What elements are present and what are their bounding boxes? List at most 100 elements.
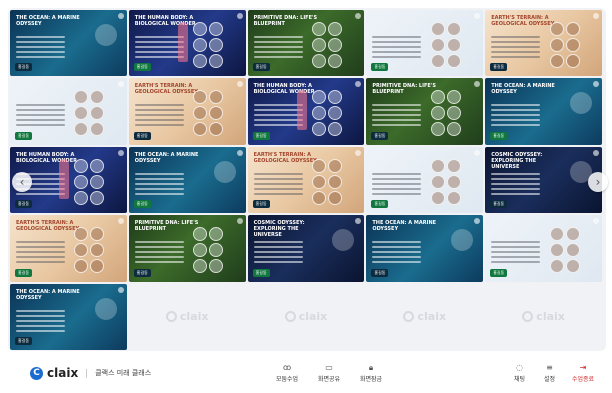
slide-text-lines bbox=[253, 241, 303, 266]
thumbnail-image bbox=[328, 90, 343, 105]
student-name-tag: 홍길동 bbox=[371, 268, 389, 277]
thumbnail-image bbox=[328, 106, 343, 121]
slide-text-lines bbox=[491, 36, 541, 61]
tile-menu-icon[interactable] bbox=[593, 149, 599, 156]
tile-menu-icon[interactable] bbox=[117, 218, 124, 225]
control-label: 화면잠금 bbox=[360, 376, 383, 383]
student-screen-tile[interactable]: COSMIC ODYSSEY: EXPLORING THE UNIVERSE 홍길… bbox=[485, 146, 602, 214]
slide-text-lines bbox=[372, 104, 422, 129]
screen-share-button[interactable]: ▭ 화면공유 bbox=[318, 363, 340, 383]
brand: C claix 클랙스 미래 클래스 bbox=[30, 366, 151, 380]
tile-menu-icon[interactable] bbox=[355, 218, 362, 225]
claix-watermark: claix bbox=[403, 310, 446, 323]
text-line bbox=[16, 41, 66, 43]
watermark-text: claix bbox=[417, 310, 447, 324]
tile-menu-icon[interactable] bbox=[236, 81, 243, 88]
student-screen-tile[interactable]: EARTH'S TERRAIN: A GEOLOGICAL ODYSSEY 홍길동 bbox=[247, 146, 365, 214]
text-line bbox=[491, 256, 541, 259]
next-page-button[interactable]: › bbox=[588, 172, 608, 192]
student-screen-tile[interactable]: EARTH'S TERRAIN: A GEOLOGICAL ODYSSEY 홍길동 bbox=[10, 215, 127, 282]
control-label: 모둠수업 bbox=[276, 376, 299, 383]
text-line bbox=[16, 251, 66, 254]
thumbnail-image bbox=[312, 22, 327, 36]
settings-button[interactable]: ≡ 설정 bbox=[544, 363, 555, 383]
student-screen-tile[interactable]: PRIMITIVE DNA: LIFE'S BLUEPRINT 홍길동 bbox=[247, 10, 365, 77]
student-screen-tile[interactable]: THE HUMAN BODY: A BIOLOGICAL WONDER 홍길동 bbox=[247, 78, 365, 145]
thumbnail-image bbox=[74, 259, 89, 274]
text-line bbox=[16, 314, 66, 317]
student-screen-tile[interactable]: 홍길동 bbox=[366, 146, 484, 214]
tile-menu-icon[interactable] bbox=[236, 218, 243, 225]
student-screen-tile[interactable]: THE HUMAN BODY: A BIOLOGICAL WONDER 홍길동 bbox=[128, 10, 246, 77]
student-screen-tile[interactable]: THE OCEAN: A MARINE ODYSSEY 홍길동 bbox=[128, 146, 246, 214]
slide-text-lines bbox=[372, 172, 422, 198]
student-screen-tile[interactable]: EARTH'S TERRAIN: A GEOLOGICAL ODYSSEY 홍길동 bbox=[485, 10, 602, 77]
thumbnail-image bbox=[312, 90, 327, 105]
tile-menu-icon[interactable] bbox=[474, 218, 481, 225]
chat-button[interactable]: ◌ 채팅 bbox=[514, 363, 525, 383]
student-screen-tile[interactable]: 홍길동 bbox=[10, 78, 127, 145]
student-screen-tile[interactable]: 홍길동 bbox=[366, 10, 484, 77]
text-line bbox=[491, 46, 541, 48]
slide-text-lines bbox=[491, 172, 541, 198]
text-line bbox=[134, 187, 184, 190]
tile-menu-icon[interactable] bbox=[474, 81, 481, 88]
text-line bbox=[134, 109, 184, 112]
tile-menu-icon[interactable] bbox=[593, 81, 599, 88]
thumbnail-image bbox=[193, 90, 208, 105]
lock-button[interactable]: 🔒︎ 화면잠금 bbox=[360, 363, 382, 383]
tile-menu-icon[interactable] bbox=[355, 81, 362, 88]
slide-title: COSMIC ODYSSEY: EXPLORING THE UNIVERSE bbox=[491, 151, 543, 170]
tile-menu-icon[interactable] bbox=[593, 13, 599, 19]
prev-page-button[interactable]: ‹ bbox=[12, 172, 32, 192]
tile-menu-icon[interactable] bbox=[236, 149, 243, 156]
thumbnail-image bbox=[549, 54, 564, 68]
human-body-figure bbox=[177, 22, 188, 62]
bottom-toolbar: C claix 클랙스 미래 클래스 ꝏ 모둠수업 ▭ 화면공유 🔒︎ 화면잠금 ◌ 채팅 ≡ 설… bbox=[0, 356, 612, 393]
student-screen-tile[interactable]: EARTH'S TERRAIN: A GEOLOGICAL ODYSSEY 홍길동 bbox=[128, 78, 246, 145]
text-line bbox=[16, 309, 66, 312]
thumbnail-image bbox=[328, 122, 343, 137]
thumbnail-image bbox=[549, 243, 564, 258]
settings-icon: ≡ bbox=[546, 363, 553, 372]
tile-menu-icon[interactable] bbox=[474, 13, 481, 19]
tile-menu-icon[interactable] bbox=[355, 149, 362, 156]
student-screen-tile[interactable]: THE OCEAN: A MARINE ODYSSEY 홍길동 bbox=[10, 10, 127, 77]
text-line bbox=[253, 109, 303, 112]
thumbnail-image bbox=[90, 227, 105, 242]
thumbnail-image bbox=[549, 259, 564, 274]
tile-menu-icon[interactable] bbox=[117, 286, 124, 293]
thumbnail-image bbox=[328, 174, 343, 189]
student-screen-tile[interactable]: PRIMITIVE DNA: LIFE'S BLUEPRINT 홍길동 bbox=[128, 215, 246, 282]
text-line bbox=[491, 192, 541, 195]
text-line bbox=[491, 56, 541, 58]
text-line bbox=[16, 319, 66, 322]
group-button[interactable]: ꝏ 모둠수업 bbox=[276, 363, 298, 383]
tile-menu-icon[interactable] bbox=[117, 13, 124, 19]
image-thumbnails bbox=[74, 158, 118, 205]
text-line bbox=[134, 114, 184, 117]
tile-menu-icon[interactable] bbox=[117, 149, 124, 156]
tile-menu-icon[interactable] bbox=[117, 81, 124, 88]
thumbnail-image bbox=[430, 122, 445, 137]
text-line bbox=[491, 241, 541, 244]
slide-title: THE OCEAN: A MARINE ODYSSEY bbox=[372, 220, 437, 233]
student-screen-tile[interactable]: 홍길동 bbox=[485, 215, 602, 282]
student-screen-tile[interactable]: PRIMITIVE DNA: LIFE'S BLUEPRINT 홍길동 bbox=[366, 78, 484, 145]
thumbnail-image bbox=[74, 90, 89, 105]
tile-menu-icon[interactable] bbox=[236, 13, 243, 19]
exit-button[interactable]: ⇥ 수업종료 bbox=[572, 363, 594, 383]
student-screen-tile[interactable]: COSMIC ODYSSEY: EXPLORING THE UNIVERSE 홍길… bbox=[247, 215, 365, 282]
text-line bbox=[16, 329, 66, 332]
text-line bbox=[134, 182, 184, 185]
tile-menu-icon[interactable] bbox=[474, 149, 481, 156]
tile-menu-icon[interactable] bbox=[355, 13, 362, 19]
student-screen-tile[interactable]: THE OCEAN: A MARINE ODYSSEY 홍길동 bbox=[366, 215, 484, 282]
text-line bbox=[16, 114, 66, 117]
image-thumbnails bbox=[193, 22, 237, 68]
text-line bbox=[134, 41, 184, 43]
student-screen-tile[interactable]: THE OCEAN: A MARINE ODYSSEY 홍길동 bbox=[10, 283, 127, 350]
slide-text-lines bbox=[16, 309, 66, 335]
tile-menu-icon[interactable] bbox=[593, 218, 599, 225]
student-screen-tile[interactable]: THE OCEAN: A MARINE ODYSSEY 홍길동 bbox=[485, 78, 602, 145]
